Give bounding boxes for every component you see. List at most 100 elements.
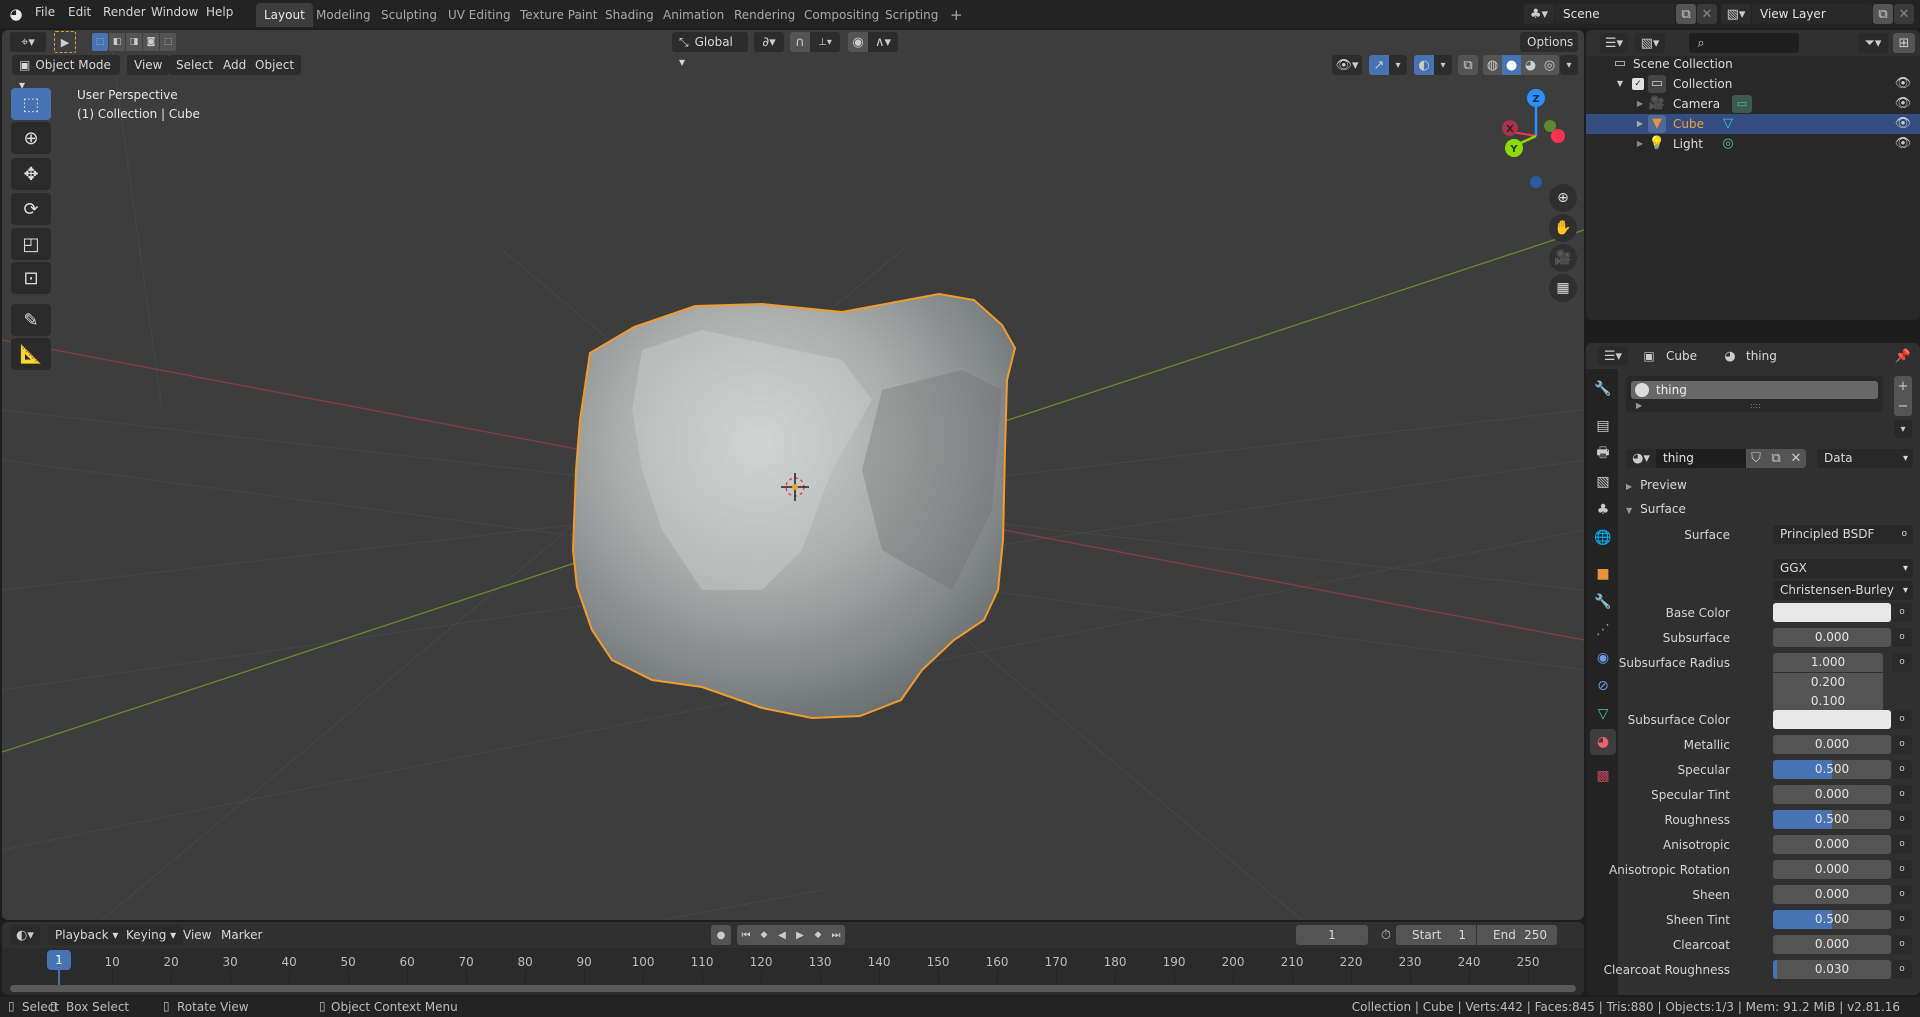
subsurface-radius-component-1[interactable]: 0.200 <box>1773 672 1883 692</box>
zoom-view-button[interactable]: ⊕ <box>1549 184 1577 212</box>
tab-rendering[interactable]: Rendering <box>726 3 803 27</box>
material-preview-shading-icon[interactable]: ◕ <box>1521 55 1540 75</box>
eye-icon[interactable]: 👁 <box>1895 96 1912 112</box>
list-resize-handle[interactable]: :::: <box>1750 401 1761 410</box>
clearcoat-roughness-socket-button[interactable]: o <box>1892 960 1912 979</box>
sheen-tint-socket-button[interactable]: o <box>1892 910 1912 929</box>
distribution-dropdown[interactable]: GGX ▾ <box>1773 559 1913 578</box>
fake-user-icon[interactable]: ⛉ <box>1746 449 1766 468</box>
pin-icon[interactable]: 📌 <box>1894 347 1912 365</box>
transform-orientation-dropdown[interactable]: ⤡ Global ▾ <box>672 32 748 69</box>
surface-panel-header[interactable]: ▼ Surface <box>1626 498 1916 520</box>
timeline-scrollbar[interactable] <box>10 985 1576 992</box>
mode-dropdown[interactable]: ▣ Object Mode ▾ <box>12 55 120 92</box>
view-layer-selector-icon[interactable]: ▧▾ <box>1721 4 1751 24</box>
blender-logo-icon[interactable]: ◕ <box>6 4 26 24</box>
clearcoat-roughness-slider[interactable]: 0.030 <box>1773 960 1891 979</box>
metallic-slider[interactable]: 0.000 <box>1773 735 1891 754</box>
snap-toggle-icon[interactable]: ∩ <box>790 32 810 52</box>
anisotropic-socket-button[interactable]: o <box>1892 835 1912 854</box>
timeline-editor-type-icon[interactable]: ◐▾ <box>10 925 40 945</box>
tab-modeling[interactable]: Modeling <box>308 3 379 27</box>
select-tool-icon[interactable]: ▶ <box>54 31 76 53</box>
outliner-item-light[interactable]: ▶ 💡 Light ◎ 👁 <box>1586 134 1920 154</box>
rotate-tool[interactable]: ⟳ <box>11 193 51 225</box>
eye-icon[interactable]: 👁 <box>1895 76 1912 92</box>
next-keyframe-icon[interactable]: ◆ <box>809 925 827 945</box>
ortho-toggle-button[interactable]: ▦ <box>1549 274 1577 302</box>
end-frame-field[interactable]: End 250 <box>1477 925 1557 945</box>
subsurface-color-swatch[interactable] <box>1773 710 1891 729</box>
camera-data-icon[interactable]: ▭ <box>1732 95 1752 113</box>
outliner-search-input[interactable]: ⌕ <box>1689 33 1799 53</box>
show-overlays-icon[interactable]: ◐ <box>1414 55 1434 75</box>
pivot-point-icon[interactable]: ∂▾ <box>754 32 784 52</box>
new-scene-icon[interactable]: ⧉ <box>1676 4 1696 24</box>
scene-selector-icon[interactable]: ♣▾ <box>1524 4 1554 24</box>
proportional-edit-icon[interactable]: ◉ <box>848 32 868 52</box>
outliner-item-camera[interactable]: ▶ 🎥 Camera ▭ 👁 <box>1586 94 1920 114</box>
outliner-item-cube[interactable]: ▶ ▼ Cube ▽ 👁 <box>1586 114 1920 134</box>
snap-target-icon[interactable]: ⊥▾ <box>810 32 840 52</box>
tab-scene[interactable]: ♣ <box>1590 497 1616 523</box>
properties-editor-type-icon[interactable]: ☰▾ <box>1598 346 1628 366</box>
menu-render[interactable]: Render <box>103 5 146 19</box>
select-mode-subtract-icon[interactable]: ◨ <box>126 33 142 51</box>
tab-render[interactable]: ▤ <box>1590 413 1616 439</box>
outliner-editor-type-icon[interactable]: ☰▾ <box>1600 33 1628 53</box>
options-dropdown[interactable]: Options ▾ <box>1520 32 1578 69</box>
select-mode-intersect-icon[interactable]: ⬚ <box>160 33 176 51</box>
specular-tint-slider[interactable]: 0.000 <box>1773 785 1891 804</box>
rendered-shading-icon[interactable]: ◎ <box>1540 55 1559 75</box>
anisotropic-slider[interactable]: 0.000 <box>1773 835 1891 854</box>
tab-compositing[interactable]: Compositing <box>796 3 887 27</box>
eye-icon[interactable]: 👁 <box>1895 116 1912 132</box>
tab-sculpting[interactable]: Sculpting <box>373 3 445 27</box>
base-color-swatch[interactable] <box>1773 603 1891 622</box>
keying-menu[interactable]: Keying ▾ <box>119 925 184 945</box>
expand-arrow-icon[interactable]: ▶ <box>1634 116 1646 132</box>
scene-name-field[interactable]: Scene <box>1555 4 1675 24</box>
sheen-slider[interactable]: 0.000 <box>1773 885 1891 904</box>
menu-help[interactable]: Help <box>206 5 233 19</box>
tab-tool[interactable]: 🔧 <box>1590 376 1616 402</box>
subsurface-radius-socket-button[interactable]: o <box>1892 653 1912 672</box>
3d-viewport[interactable]: ⌖▾ ▶ ⬚ ◧ ◨ ◙ ⬚ ⤡ Global ▾ ∂▾ ∩ ⊥▾ ◉ ∧▾ Op… <box>2 30 1584 920</box>
tab-shading[interactable]: Shading <box>597 3 662 27</box>
surface-shader-field[interactable]: Principled BSDF o <box>1773 525 1913 544</box>
editor-type-icon[interactable]: ⌖▾ <box>10 32 46 52</box>
add-workspace-button[interactable]: + <box>942 3 971 27</box>
remove-slot-button[interactable]: − <box>1894 396 1912 416</box>
tab-scripting[interactable]: Scripting <box>877 3 946 27</box>
new-view-layer-icon[interactable]: ⧉ <box>1873 4 1893 24</box>
subsurface-socket-button[interactable]: o <box>1892 628 1912 647</box>
wireframe-shading-icon[interactable]: ◍ <box>1483 55 1502 75</box>
tab-view-layer[interactable]: ▧ <box>1590 469 1616 495</box>
solid-shading-icon[interactable]: ● <box>1502 55 1521 75</box>
transform-tool[interactable]: ⊡ <box>11 262 51 294</box>
cursor-tool[interactable]: ⊕ <box>11 122 51 154</box>
select-mode-new-icon[interactable]: ⬚ <box>92 33 108 51</box>
anisotropic-rotation-socket-button[interactable]: o <box>1892 860 1912 879</box>
timeline-view-menu[interactable]: View <box>176 925 218 945</box>
specular-socket-button[interactable]: o <box>1892 760 1912 779</box>
playback-menu[interactable]: Playback ▾ <box>48 925 126 945</box>
playhead-frame-indicator[interactable]: 1 <box>47 950 71 970</box>
camera-view-button[interactable]: 🎥 <box>1549 244 1577 272</box>
filter-icon[interactable]: ⏷▾ <box>1858 33 1888 53</box>
move-tool[interactable]: ✥ <box>11 158 51 190</box>
prev-keyframe-icon[interactable]: ◆ <box>755 925 773 945</box>
metallic-socket-button[interactable]: o <box>1892 735 1912 754</box>
select-mode-extend-icon[interactable]: ◧ <box>109 33 125 51</box>
add-slot-button[interactable]: + <box>1894 376 1912 396</box>
eye-icon[interactable]: 👁 <box>1895 136 1912 152</box>
tab-animation[interactable]: Animation <box>655 3 732 27</box>
material-name-field[interactable]: thing <box>1656 449 1746 468</box>
pan-view-button[interactable]: ✋ <box>1549 214 1577 242</box>
tab-output[interactable]: 🖶 <box>1590 441 1616 467</box>
annotate-tool[interactable]: ✎ <box>11 304 51 336</box>
xray-toggle-icon[interactable]: ⧉ <box>1458 55 1478 75</box>
play-icon[interactable]: ▶ <box>791 925 809 945</box>
checkbox-icon[interactable]: ✓ <box>1632 78 1644 90</box>
shading-options-icon[interactable]: ▾ <box>1560 55 1578 75</box>
